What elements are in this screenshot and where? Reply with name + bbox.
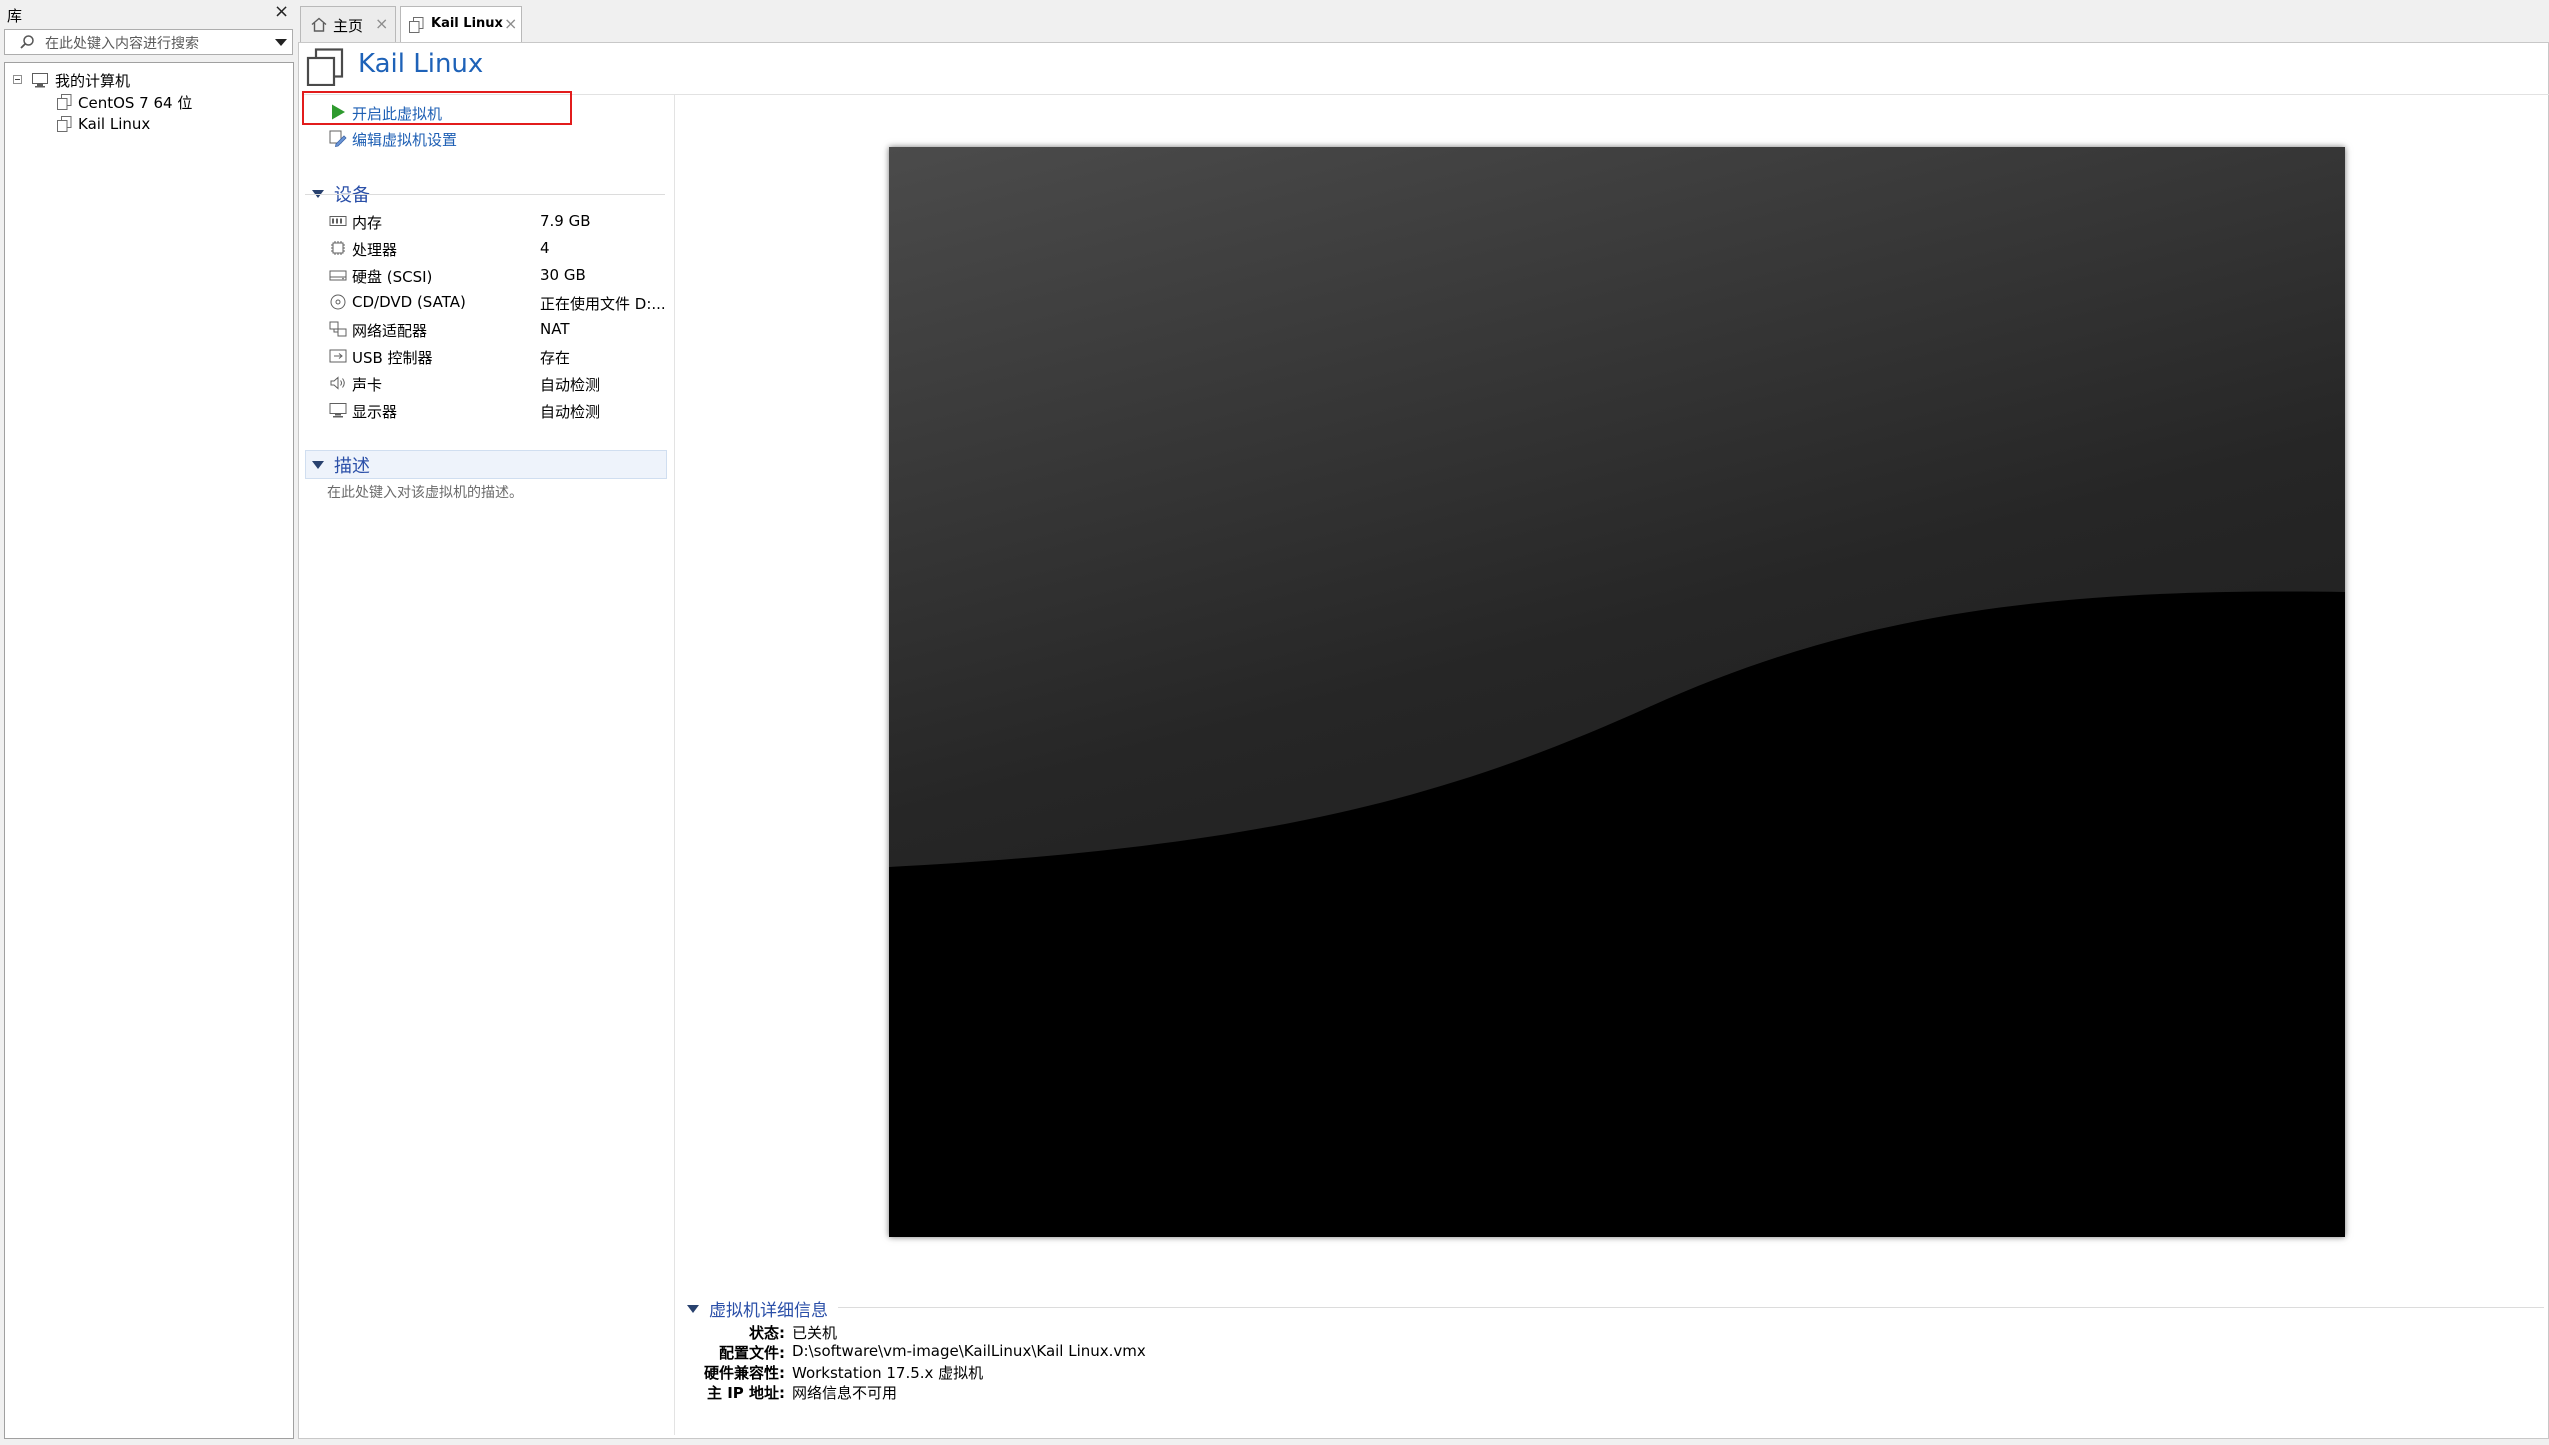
computer-icon bbox=[31, 72, 49, 88]
description-section-header[interactable]: 描述 bbox=[312, 452, 370, 478]
tree-item-label: Kail Linux bbox=[78, 115, 151, 133]
library-search-input[interactable]: 在此处键入内容进行搜索 bbox=[4, 29, 293, 55]
detail-row-status: 状态: 已关机 bbox=[690, 1322, 1385, 1342]
description-input[interactable]: 在此处键入对该虚拟机的描述。 bbox=[327, 482, 523, 502]
detail-key: 硬件兼容性: bbox=[704, 1364, 785, 1382]
device-name: USB 控制器 bbox=[352, 349, 433, 367]
sound-icon bbox=[329, 375, 347, 391]
detail-row-hardware-compat: 硬件兼容性: Workstation 17.5.x 虚拟机 bbox=[690, 1362, 1385, 1382]
tab-bar: 主页 × Kail Linux × bbox=[298, 0, 2549, 42]
tab-close-icon[interactable]: × bbox=[375, 14, 388, 33]
device-value: 4 bbox=[540, 239, 550, 257]
device-value: NAT bbox=[540, 320, 570, 338]
play-icon bbox=[331, 104, 346, 120]
detail-row-config-file: 配置文件: D:\software\vm-image\KailLinux\Kai… bbox=[690, 1342, 1385, 1362]
usb-icon bbox=[329, 348, 347, 364]
tab-close-icon[interactable]: × bbox=[504, 14, 517, 33]
tab-label: Kail Linux bbox=[431, 16, 503, 31]
device-name: 显示器 bbox=[352, 403, 398, 421]
memory-icon bbox=[329, 213, 347, 229]
detail-value: 网络信息不可用 bbox=[792, 1384, 898, 1402]
device-value: 存在 bbox=[540, 349, 571, 367]
device-row-memory[interactable]: 内存 7.9 GB bbox=[329, 210, 669, 234]
details-section-header[interactable]: 虚拟机详细信息 bbox=[687, 1296, 828, 1321]
library-close-icon[interactable]: × bbox=[274, 3, 289, 21]
cpu-icon bbox=[329, 240, 347, 256]
title-divider bbox=[302, 94, 2549, 95]
column-divider bbox=[674, 95, 675, 1435]
detail-key: 主 IP 地址: bbox=[707, 1384, 786, 1402]
tree-item-my-computer[interactable]: 我的计算机 bbox=[31, 70, 130, 90]
page-title: Kail Linux bbox=[358, 49, 484, 79]
tree-item-label: 我的计算机 bbox=[55, 71, 131, 90]
device-row-sound[interactable]: 声卡 自动检测 bbox=[329, 372, 669, 396]
detail-key: 配置文件: bbox=[719, 1344, 785, 1362]
device-name: 硬盘 (SCSI) bbox=[352, 268, 433, 286]
device-row-display[interactable]: 显示器 自动检测 bbox=[329, 399, 669, 423]
power-on-label: 开启此虚拟机 bbox=[352, 105, 443, 123]
edit-settings-label: 编辑虚拟机设置 bbox=[352, 131, 458, 149]
home-icon bbox=[311, 17, 327, 32]
search-icon bbox=[19, 34, 35, 50]
tab-kali-linux[interactable]: Kail Linux × bbox=[400, 6, 522, 42]
library-tree: 我的计算机 CentOS 7 64 位 Kail Linux bbox=[4, 62, 294, 1439]
tab-home[interactable]: 主页 × bbox=[300, 6, 396, 42]
details-heading: 虚拟机详细信息 bbox=[709, 1301, 828, 1321]
tree-collapse-icon[interactable] bbox=[13, 75, 22, 84]
detail-row-ip-address: 主 IP 地址: 网络信息不可用 bbox=[690, 1382, 1385, 1402]
harddisk-icon bbox=[329, 267, 347, 283]
device-row-processor[interactable]: 处理器 4 bbox=[329, 237, 669, 261]
search-dropdown-icon[interactable] bbox=[275, 39, 287, 46]
device-value: 7.9 GB bbox=[540, 212, 591, 230]
section-divider bbox=[305, 194, 665, 195]
search-placeholder: 在此处键入内容进行搜索 bbox=[45, 36, 199, 52]
library-title: 库 bbox=[7, 7, 23, 25]
device-value: 正在使用文件 D:... bbox=[540, 295, 666, 313]
detail-value: 已关机 bbox=[792, 1324, 838, 1342]
tree-item-vm[interactable]: Kail Linux bbox=[57, 114, 150, 134]
vm-icon bbox=[409, 17, 424, 33]
device-name: 网络适配器 bbox=[352, 322, 428, 340]
settings-icon bbox=[329, 130, 347, 147]
detail-value: Workstation 17.5.x 虚拟机 bbox=[792, 1364, 984, 1382]
device-row-network[interactable]: 网络适配器 NAT bbox=[329, 318, 669, 342]
detail-value: D:\software\vm-image\KailLinux\Kail Linu… bbox=[792, 1342, 1146, 1360]
vm-icon bbox=[57, 116, 72, 132]
tab-label: 主页 bbox=[333, 17, 364, 35]
device-row-usb[interactable]: USB 控制器 存在 bbox=[329, 345, 669, 369]
vm-icon bbox=[57, 94, 72, 110]
collapse-arrow-icon bbox=[687, 1304, 699, 1313]
collapse-arrow-icon bbox=[312, 461, 324, 469]
device-row-cd-dvd[interactable]: CD/DVD (SATA) 正在使用文件 D:... bbox=[329, 291, 669, 315]
device-name: 内存 bbox=[352, 214, 383, 232]
tree-item-vm[interactable]: CentOS 7 64 位 bbox=[57, 92, 192, 112]
cd-dvd-icon bbox=[329, 294, 347, 310]
device-name: CD/DVD (SATA) bbox=[352, 293, 466, 311]
device-value: 30 GB bbox=[540, 266, 586, 284]
vm-preview-thumbnail[interactable] bbox=[889, 147, 2345, 1237]
network-adapter-icon bbox=[329, 321, 347, 337]
section-divider bbox=[838, 1307, 2544, 1308]
device-row-harddisk[interactable]: 硬盘 (SCSI) 30 GB bbox=[329, 264, 669, 288]
device-value: 自动检测 bbox=[540, 376, 601, 394]
device-name: 声卡 bbox=[352, 376, 383, 394]
device-value: 自动检测 bbox=[540, 403, 601, 421]
vm-large-icon bbox=[306, 48, 344, 86]
tree-item-label: CentOS 7 64 位 bbox=[78, 93, 193, 112]
description-heading: 描述 bbox=[334, 456, 370, 477]
device-name: 处理器 bbox=[352, 241, 398, 259]
display-icon bbox=[329, 402, 347, 418]
detail-key: 状态: bbox=[749, 1324, 785, 1342]
library-header: 库 × bbox=[0, 0, 296, 28]
